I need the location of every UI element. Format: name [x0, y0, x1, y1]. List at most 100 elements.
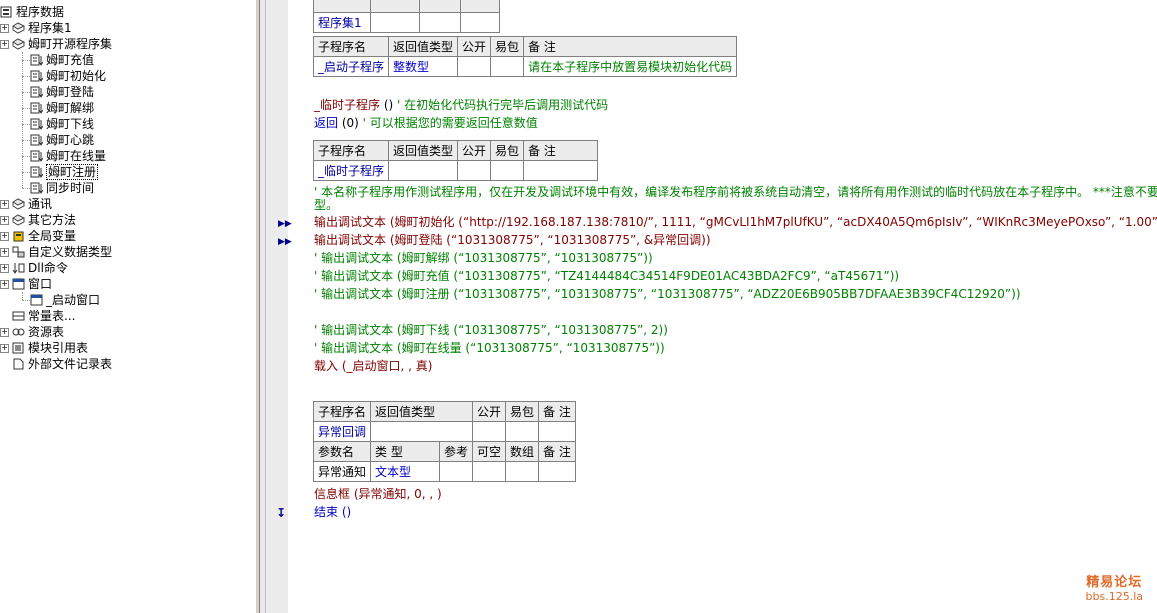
tree-connector	[22, 60, 30, 61]
comment-line[interactable]: ' 输出调试文本 (姆町下线 (“1031308775”, “103130877…	[314, 322, 668, 339]
tree-item-label: _启动窗口	[46, 293, 101, 307]
tree-connector	[22, 76, 30, 77]
tree-item[interactable]: 姆町在线量	[30, 148, 106, 164]
return-type[interactable]: 整数型	[388, 56, 459, 77]
tree-item[interactable]: 姆町初始化	[30, 68, 106, 84]
tree-expander-icon[interactable]: +	[0, 24, 9, 33]
tree-item-label: 模块引用表	[28, 341, 89, 355]
sub-icon	[30, 54, 44, 66]
module-icon	[12, 22, 26, 34]
program-tree[interactable]: 程序数据 + 程序集1 + 姆町开源程序集 姆町充值 姆町初始化 姆町登陆 姆町解绑姆町下线姆…	[0, 0, 255, 613]
sub-icon	[30, 134, 44, 146]
tree-item[interactable]: 自定义数据类型	[12, 244, 112, 260]
tree-item[interactable]: 资源表	[12, 324, 64, 340]
tree-item[interactable]: 窗口	[12, 276, 52, 292]
comment-line[interactable]: ' 输出调试文本 (姆町充值 (“1031308775”, “TZ4144484…	[314, 268, 899, 285]
tree-expander-icon[interactable]: +	[0, 200, 9, 209]
assembly-name[interactable]: 程序集1	[313, 12, 371, 33]
tree-item-label: 窗口	[28, 277, 53, 291]
module-icon	[12, 38, 26, 50]
tree-expander-icon[interactable]: +	[0, 328, 9, 337]
code-line[interactable]: 信息框 (异常通知, 0, , )	[314, 486, 442, 503]
tree-item[interactable]: 姆町登陆	[30, 84, 94, 100]
moduleref-icon	[12, 342, 25, 354]
tree-expander-icon[interactable]: +	[0, 232, 9, 241]
tree-item[interactable]: Dll命令	[12, 260, 68, 276]
tree-item[interactable]: 外部文件记录表	[12, 356, 112, 372]
tree-item-label: 姆町下线	[46, 117, 95, 131]
tree-item[interactable]: 其它方法	[12, 212, 76, 228]
global-icon	[12, 230, 25, 242]
end-marker-icon: ↧	[276, 506, 287, 520]
comment-line[interactable]: ' 输出调试文本 (姆町在线量 (“1031308775”, “10313087…	[314, 340, 665, 357]
tree-item-label: 全局变量	[28, 229, 77, 243]
window-icon	[30, 294, 43, 306]
tree-item[interactable]: 姆町下线	[30, 116, 94, 132]
watermark-title: 精易论坛	[1086, 575, 1143, 590]
param-type[interactable]: 文本型	[370, 461, 441, 482]
sub-icon	[30, 70, 44, 82]
tree-connector	[22, 108, 30, 109]
tree-expander-icon[interactable]: +	[0, 248, 9, 257]
module-icon	[12, 214, 26, 226]
tree-item[interactable]: 姆町心跳	[30, 132, 94, 148]
tree-item-label: 同步时间	[46, 181, 95, 195]
tree-expander-icon[interactable]: +	[0, 216, 9, 225]
tree-item[interactable]: 程序集1	[12, 20, 72, 36]
tree-item-label: 外部文件记录表	[28, 357, 113, 371]
tree-item[interactable]: 常量表...	[12, 308, 75, 324]
tree-item-label: 姆町充值	[46, 53, 95, 67]
tree-item[interactable]: 姆町注册	[30, 164, 99, 180]
tree-root-label: 程序数据	[16, 5, 65, 19]
code-editor[interactable]: 程序集1 子程序名 返回值类型 公开 易包 备 注 _启动子程序 整数型 请在本…	[288, 0, 1157, 613]
col-header: 易包	[490, 36, 525, 57]
sub2-table: 子程序名 返回值类型 公开 易包 备 注 _临时子程序	[312, 140, 599, 181]
tree-item[interactable]: 通讯	[12, 196, 52, 212]
tree-expander-icon[interactable]: +	[0, 280, 9, 289]
tree-connector	[22, 172, 30, 173]
comment-line[interactable]: 型。	[314, 197, 338, 214]
sub-icon	[30, 150, 44, 162]
tree-item-label: 姆町心跳	[46, 133, 95, 147]
comment-line[interactable]: ' 输出调试文本 (姆町解绑 (“1031308775”, “103130877…	[314, 250, 653, 267]
tree-item[interactable]: 模块引用表	[12, 340, 88, 356]
tree-item-label: 程序集1	[28, 21, 72, 35]
sub-name[interactable]: _启动子程序	[312, 56, 390, 77]
code-line[interactable]: 返回 (0) ' 可以根据您的需要返回任意数值	[314, 115, 538, 132]
tree-item[interactable]: 同步时间	[30, 180, 94, 196]
code-line[interactable]: 输出调试文本 (姆町初始化 (“http://192.168.187.138:7…	[314, 214, 1157, 231]
tree-item[interactable]: 姆町开源程序集	[12, 36, 112, 52]
col-header: 备 注	[523, 36, 738, 57]
tree-item-label: Dll命令	[28, 261, 68, 275]
tree-item[interactable]: _启动窗口	[30, 292, 100, 308]
code-line[interactable]: 输出调试文本 (姆町登陆 (“1031308775”, “1031308775”…	[314, 232, 711, 249]
tree-expander-icon[interactable]: +	[0, 344, 9, 353]
tree-expander-icon[interactable]: +	[0, 40, 9, 49]
sub-name[interactable]: 异常回调	[312, 421, 372, 442]
sub-remark[interactable]: 请在本子程序中放置易模块初始化代码	[523, 56, 738, 77]
tree-item-label: 自定义数据类型	[28, 245, 113, 259]
tree-item-label: 通讯	[28, 197, 53, 211]
datatype-icon	[12, 246, 25, 258]
comment-line[interactable]: ' 本名称子程序用作测试程序用，仅在开发及调试环境中有效，编译发布程序前将被系统…	[314, 184, 1157, 201]
code-line[interactable]: 载入 (_启动窗口, , 真)	[314, 358, 432, 375]
param-name[interactable]: 异常通知	[312, 461, 372, 482]
tree-item[interactable]: 姆町解绑	[30, 100, 94, 116]
tree-item-label: 姆町开源程序集	[28, 37, 113, 51]
sub-name[interactable]: _临时子程序	[312, 160, 390, 181]
tree-item-label: 姆町解绑	[46, 101, 95, 115]
col-header: 返回值类型	[388, 36, 459, 57]
tree-root[interactable]: 程序数据	[0, 4, 64, 20]
dll-icon	[12, 262, 25, 274]
code-line[interactable]: 结束 ()	[314, 504, 351, 521]
tree-expander-icon[interactable]: +	[0, 264, 9, 273]
comment-line[interactable]: ' 输出调试文本 (姆町注册 (“1031308775”, “103130877…	[314, 286, 1021, 303]
tree-item[interactable]: 姆町充值	[30, 52, 94, 68]
code-line[interactable]: _临时子程序 () ' 在初始化代码执行完毕后调用测试代码	[314, 97, 608, 114]
watermark-url: bbs.125.la	[1085, 590, 1143, 603]
sub-icon	[30, 102, 44, 114]
tree-item[interactable]: 全局变量	[12, 228, 76, 244]
forum-watermark: 精易论坛 bbs.125.la	[1086, 571, 1143, 603]
tree-connector	[22, 52, 23, 188]
sub3-table: 子程序名 返回值类型 公开 易包 备 注 异常回调 参数名 类 型 参考 可空 …	[312, 401, 576, 482]
